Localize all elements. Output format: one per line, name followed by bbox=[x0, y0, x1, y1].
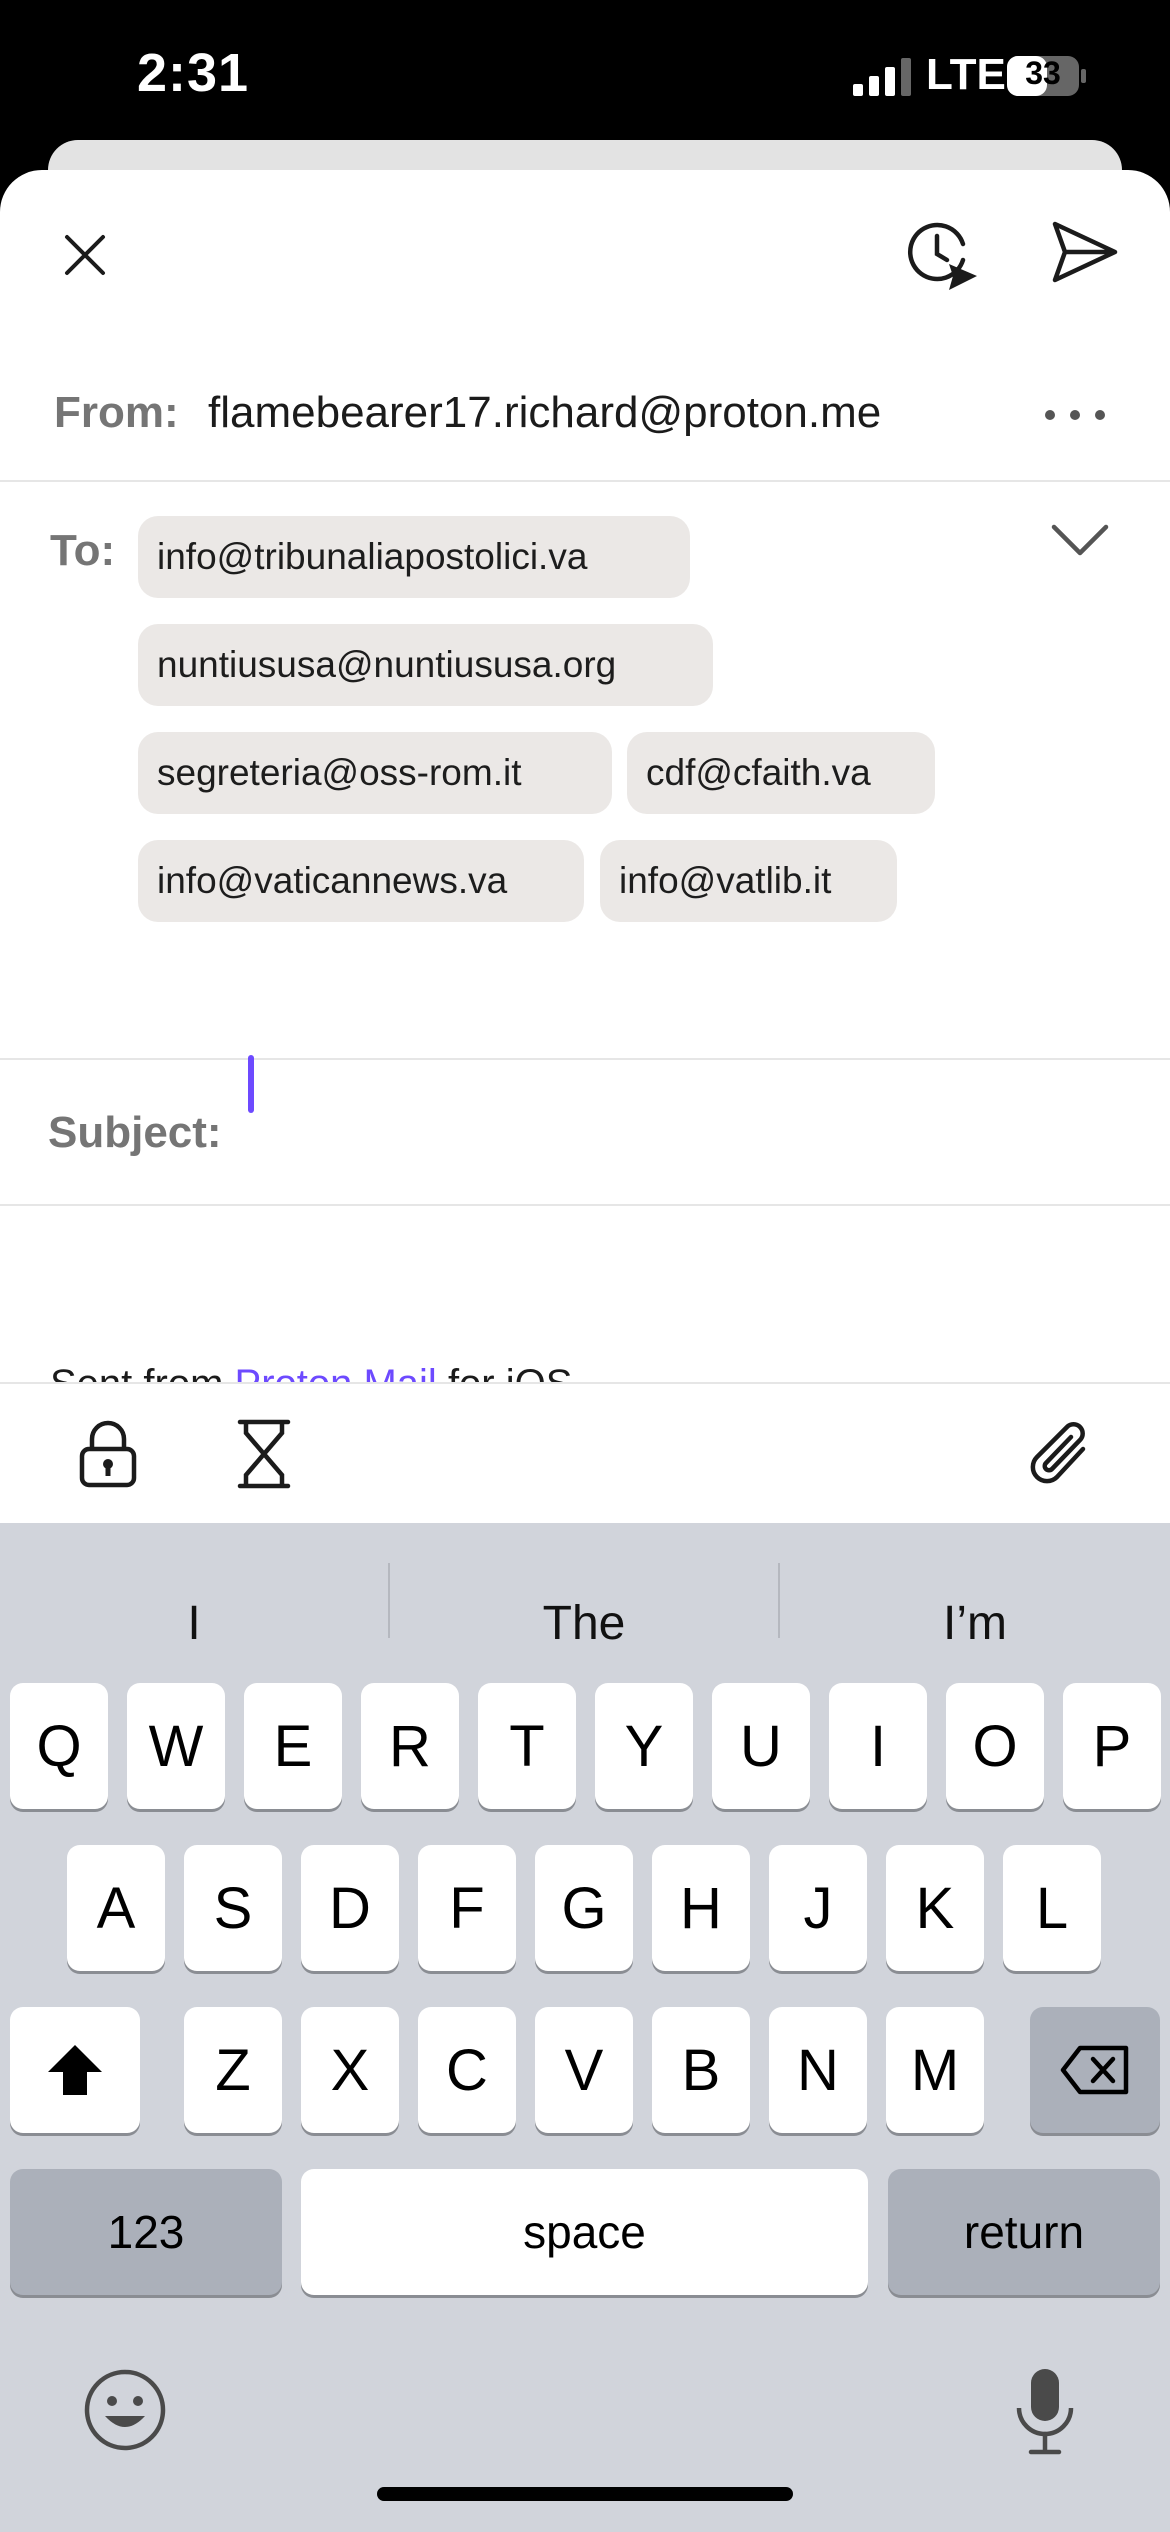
key-p[interactable]: P bbox=[1063, 1683, 1161, 1809]
close-button[interactable] bbox=[50, 220, 120, 290]
microphone-icon bbox=[1016, 2369, 1074, 2455]
key-w[interactable]: W bbox=[127, 1683, 225, 1809]
subject-input[interactable] bbox=[246, 1100, 1126, 1170]
lock-icon bbox=[79, 1420, 137, 1488]
key-e[interactable]: E bbox=[244, 1683, 342, 1809]
schedule-send-button[interactable] bbox=[902, 210, 982, 300]
dictation-button[interactable] bbox=[1000, 2363, 1090, 2459]
key-b[interactable]: B bbox=[652, 2007, 750, 2133]
divider bbox=[0, 1204, 1170, 1206]
key-i[interactable]: I bbox=[829, 1683, 927, 1809]
key-f[interactable]: F bbox=[418, 1845, 516, 1971]
to-label: To: bbox=[50, 526, 116, 575]
signal-icon bbox=[853, 58, 911, 96]
key-k[interactable]: K bbox=[886, 1845, 984, 1971]
backspace-icon bbox=[1060, 2045, 1129, 2095]
key-n[interactable]: N bbox=[769, 2007, 867, 2133]
attach-button[interactable] bbox=[1020, 1414, 1100, 1494]
return-key[interactable]: return bbox=[888, 2169, 1160, 2295]
numbers-key[interactable]: 123 bbox=[10, 2169, 282, 2295]
close-icon bbox=[65, 235, 105, 275]
recipient-chip[interactable]: nuntiususa@nuntiususa.org bbox=[138, 624, 713, 706]
divider bbox=[0, 480, 1170, 482]
recipient-chip[interactable]: segreteria@oss-rom.it bbox=[138, 732, 612, 814]
key-y[interactable]: Y bbox=[595, 1683, 693, 1809]
key-x[interactable]: X bbox=[301, 2007, 399, 2133]
key-m[interactable]: M bbox=[886, 2007, 984, 2133]
keyboard: I The I’m Q W E R T Y U I O P A S D F G … bbox=[0, 1523, 1170, 2532]
subject-label: Subject: bbox=[48, 1108, 222, 1157]
key-u[interactable]: U bbox=[712, 1683, 810, 1809]
key-v[interactable]: V bbox=[535, 2007, 633, 2133]
expiration-button[interactable] bbox=[228, 1414, 300, 1494]
key-l[interactable]: L bbox=[1003, 1845, 1101, 1971]
schedule-send-icon bbox=[907, 222, 977, 290]
suggestion-item[interactable]: The bbox=[390, 1573, 778, 1673]
status-time: 2:31 bbox=[137, 43, 250, 103]
key-a[interactable]: A bbox=[67, 1845, 165, 1971]
key-t[interactable]: T bbox=[478, 1683, 576, 1809]
expand-recipients-button[interactable] bbox=[1040, 510, 1120, 570]
shift-icon bbox=[48, 2045, 102, 2095]
status-bar: 2:31 LTE 33 bbox=[0, 0, 1170, 140]
recipient-chip[interactable]: cdf@cfaith.va bbox=[627, 732, 935, 814]
key-g[interactable]: G bbox=[535, 1845, 633, 1971]
key-s[interactable]: S bbox=[184, 1845, 282, 1971]
key-r[interactable]: R bbox=[361, 1683, 459, 1809]
key-z[interactable]: Z bbox=[184, 2007, 282, 2133]
more-icon bbox=[1045, 410, 1105, 420]
network-type: LTE bbox=[926, 50, 1006, 99]
hourglass-icon bbox=[237, 1419, 291, 1489]
key-h[interactable]: H bbox=[652, 1845, 750, 1971]
suggestion-item[interactable]: I bbox=[0, 1573, 388, 1673]
space-key[interactable]: space bbox=[301, 2169, 868, 2295]
suggestion-item[interactable]: I’m bbox=[780, 1573, 1170, 1673]
from-address[interactable]: flamebearer17.richard@proton.me bbox=[208, 388, 881, 438]
from-label: From: bbox=[54, 388, 179, 437]
key-d[interactable]: D bbox=[301, 1845, 399, 1971]
text-cursor bbox=[248, 1055, 254, 1113]
compose-toolbar bbox=[0, 1382, 1170, 1524]
home-indicator[interactable] bbox=[377, 2487, 793, 2501]
send-icon bbox=[1052, 221, 1118, 283]
recipient-chip[interactable]: info@vaticannews.va bbox=[138, 840, 584, 922]
backspace-key[interactable] bbox=[1030, 2007, 1160, 2133]
compose-sheet: From: flamebearer17.richard@proton.me To… bbox=[0, 170, 1170, 1525]
key-c[interactable]: C bbox=[418, 2007, 516, 2133]
more-button[interactable] bbox=[1035, 385, 1115, 445]
battery-level: 33 bbox=[1025, 55, 1061, 91]
emoji-icon bbox=[84, 2369, 166, 2451]
chevron-down-icon bbox=[1051, 524, 1109, 556]
send-button[interactable] bbox=[1045, 212, 1125, 292]
key-q[interactable]: Q bbox=[10, 1683, 108, 1809]
recipient-chip[interactable]: info@tribunaliapostolici.va bbox=[138, 516, 690, 598]
emoji-button[interactable] bbox=[80, 2365, 170, 2455]
shift-key[interactable] bbox=[10, 2007, 140, 2133]
key-o[interactable]: O bbox=[946, 1683, 1044, 1809]
paperclip-icon bbox=[1030, 1422, 1086, 1484]
encrypt-button[interactable] bbox=[72, 1414, 144, 1494]
divider bbox=[0, 1058, 1170, 1060]
key-j[interactable]: J bbox=[769, 1845, 867, 1971]
recipient-chip[interactable]: info@vatlib.it bbox=[600, 840, 897, 922]
